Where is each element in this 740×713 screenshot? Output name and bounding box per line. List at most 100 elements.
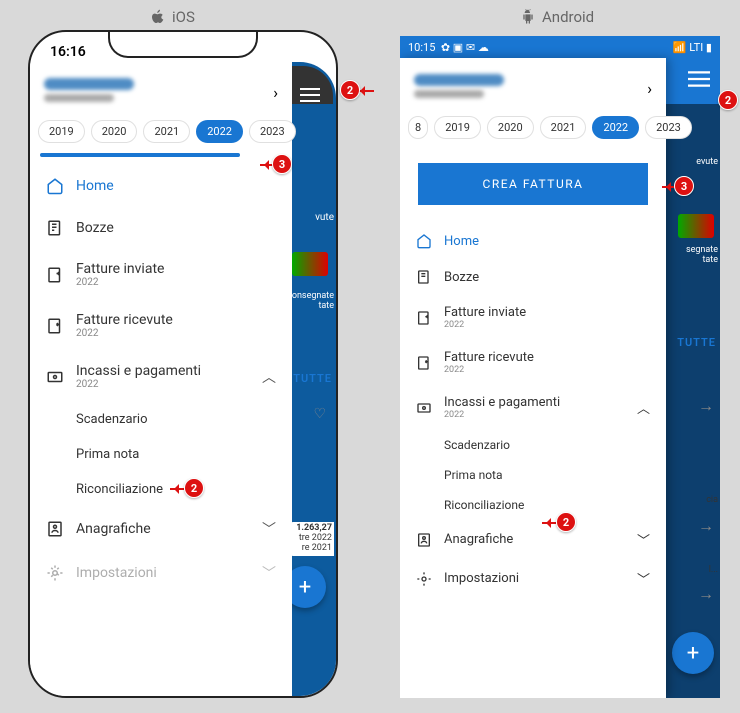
ios-notch [108,30,258,58]
year-selector: 8 2019 2020 2021 2022 2023 [400,110,666,145]
sent-icon [416,310,432,326]
nav-riconciliazione[interactable]: Riconciliazione [30,472,292,507]
year-2020[interactable]: 2020 [91,120,138,143]
ios-frame: 16:16 vute onsegnatetate TUTTE ♡ 1.263,2… [28,30,338,698]
nav-ricevute[interactable]: Fatture ricevute2022 [400,340,666,385]
draft-icon [416,269,432,285]
nav-inviate-sub: 2022 [76,277,276,288]
year-2023[interactable]: 2023 [249,120,296,143]
year-2021[interactable]: 2021 [540,116,587,139]
hamburger-icon[interactable] [688,71,710,91]
nav-incassi-label: Incassi e pagamenti [444,395,560,410]
nav-incassi[interactable]: Incassi e pagamenti2022 ︿ [30,351,292,402]
bg-text: evute [696,158,718,168]
nav-anag-label: Anagrafiche [76,521,250,537]
nav-impost-label: Impostazioni [76,565,250,581]
badge-3: 3 [272,154,292,174]
bg-text: segnatetate [686,246,718,266]
chevron-down-icon: ﹀ [262,519,276,539]
nav-incassi-label: Incassi e pagamenti [76,363,201,379]
nav-prima-label: Prima nota [76,447,139,462]
nav-scad-label: Scadenzario [76,412,148,427]
chevron-down-icon: ﹀ [637,530,650,549]
apple-icon [150,9,166,25]
bg-text: l... [709,566,718,576]
chevron-down-icon: ﹀ [637,569,650,588]
badge-2: 2 [340,80,360,100]
create-invoice-button[interactable]: CREA FATTURA [418,163,648,205]
tutte-link[interactable]: TUTTE [677,336,716,349]
received-icon [416,355,432,371]
android-frame: 10:15 ✿ ▣ ✉ ☁ 📶 LTI ▮ evute segnatetate … [400,36,720,698]
nav-ricevute-sub: 2022 [444,365,534,375]
year-2019[interactable]: 2019 [38,120,85,143]
nav-bozze[interactable]: Bozze [30,207,292,249]
contacts-icon [46,520,64,538]
drawer-header[interactable]: › [30,62,292,114]
nav-prima-label: Prima nota [444,468,503,482]
nav-riconciliazione[interactable]: Riconciliazione [400,490,666,520]
nav-impostazioni[interactable]: Impostazioni ﹀ [400,559,666,598]
android-statusbar: 10:15 ✿ ▣ ✉ ☁ 📶 LTI ▮ [400,36,720,58]
arrow-forward-icon[interactable]: → [698,396,714,416]
year-2023[interactable]: 2023 [645,116,692,139]
chevron-down-icon: ﹀ [262,563,276,583]
nav-bozze[interactable]: Bozze [400,259,666,295]
year-selector: 2019 2020 2021 2022 2023 [30,114,292,149]
nav-inviate-label: Fatture inviate [444,305,526,320]
year-2020[interactable]: 2020 [487,116,534,139]
nav-impostazioni[interactable]: Impostazioni ﹀ [30,551,292,595]
nav-scadenzario[interactable]: Scadenzario [30,402,292,437]
fab-add[interactable]: + [672,632,714,674]
settings-icon [46,564,64,582]
year-2022[interactable]: 2022 [592,116,639,139]
status-pill [292,252,328,276]
arrow-forward-icon[interactable]: → [698,584,714,604]
year-2021[interactable]: 2021 [143,120,190,143]
ios-label: iOS [150,8,195,26]
android-time: 10:15 [408,41,435,54]
nav-inviate[interactable]: Fatture inviate2022 [400,295,666,340]
tutte-link[interactable]: TUTTE [293,372,332,385]
hamburger-icon[interactable] [300,87,320,106]
nav-ricevute-sub: 2022 [76,328,276,339]
nav-incassi-sub: 2022 [76,379,250,390]
nav-inviate-label: Fatture inviate [76,261,164,277]
nav-prima-nota[interactable]: Prima nota [30,437,292,472]
contacts-icon [416,532,432,548]
nav-incassi[interactable]: Incassi e pagamenti2022 ︿ [400,385,666,430]
arrow-forward-icon[interactable]: → [698,516,714,536]
nav-incassi-sub: 2022 [444,410,625,420]
company-name-blurred [44,78,134,90]
ios-drawer: › 2019 2020 2021 2022 2023 Home Bozze Fa… [30,62,292,698]
nav-scadenzario[interactable]: Scadenzario [400,430,666,460]
nav-ricevute[interactable]: Fatture ricevute2022 [30,300,292,351]
settings-icon [416,571,432,587]
nav-anag-label: Anagrafiche [444,532,625,547]
nav-prima-nota[interactable]: Prima nota [400,460,666,490]
android-icon [520,9,536,25]
year-2018-partial[interactable]: 8 [408,116,428,139]
ios-text: iOS [172,8,195,26]
received-icon [46,317,64,335]
android-text: Android [542,8,594,26]
nav-anagrafiche[interactable]: Anagrafiche ﹀ [30,507,292,551]
nav-home-label: Home [76,178,276,194]
heart-icon[interactable]: ♡ [313,406,326,422]
company-sub-blurred [414,90,484,98]
nav-riconc-label: Riconciliazione [444,498,524,512]
badge-3: 3 [674,176,694,196]
nav-inviate[interactable]: Fatture inviate2022 [30,249,292,300]
ios-nav: Home Bozze Fatture inviate2022 Fatture r… [30,157,292,603]
drawer-header[interactable]: › [400,58,666,110]
draft-icon [46,219,64,237]
nav-home[interactable]: Home [400,223,666,259]
nav-bozze-label: Bozze [444,270,479,285]
nav-anagrafiche[interactable]: Anagrafiche ﹀ [400,520,666,559]
company-name-blurred [414,74,504,86]
nav-home[interactable]: Home [30,165,292,207]
year-2019[interactable]: 2019 [434,116,481,139]
chevron-up-icon: ︿ [262,367,276,387]
sent-icon [46,266,64,284]
year-2022[interactable]: 2022 [196,120,243,143]
